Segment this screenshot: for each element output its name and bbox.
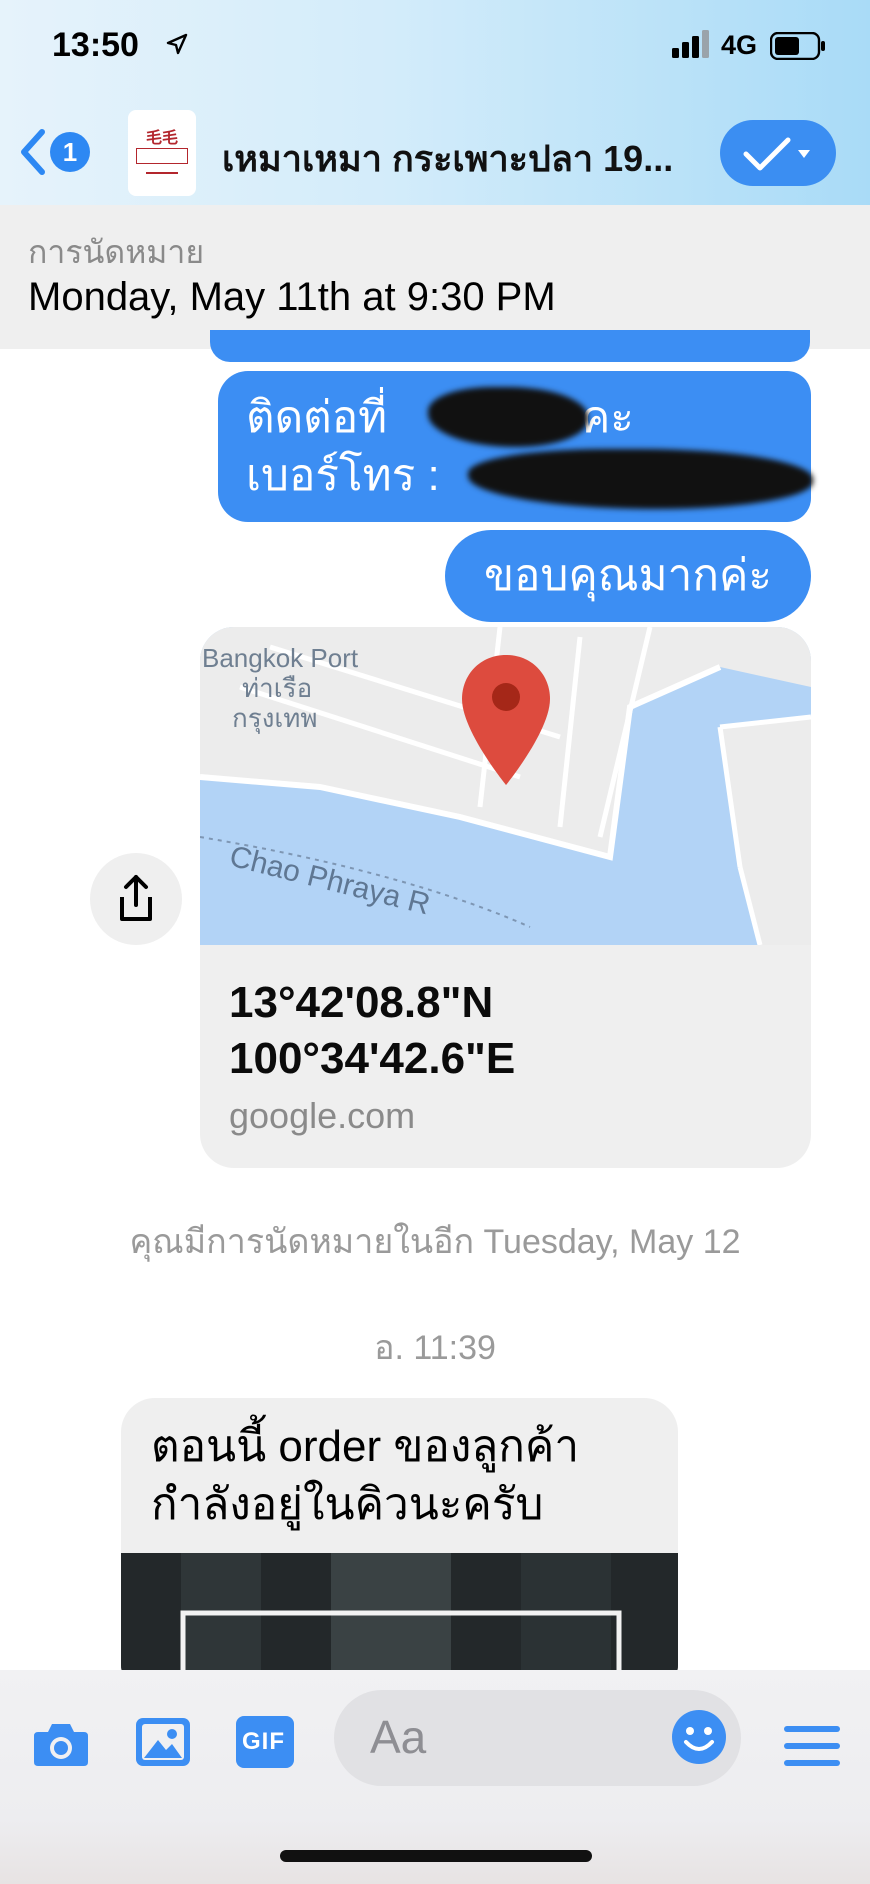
- image-icon[interactable]: [134, 1716, 192, 1768]
- gif-label: GIF: [242, 1728, 285, 1755]
- message-composer: GIF Aa: [0, 1670, 870, 1884]
- avatar-logo-box: [136, 148, 188, 164]
- menu-icon[interactable]: [784, 1724, 840, 1768]
- chevron-left-icon: [21, 129, 45, 175]
- message-timestamp: อ. 11:39: [374, 1329, 496, 1367]
- gif-button[interactable]: GIF: [236, 1716, 294, 1768]
- messenger-screen: 13:50 4G 1 毛毛 เหมาเหมา กระเพาะปลา 19... …: [0, 0, 870, 1884]
- check-icon: [743, 137, 810, 171]
- message-bubble-partial[interactable]: [210, 330, 810, 362]
- status-bar: 13:50 4G: [0, 0, 870, 95]
- network-type: 4G: [721, 30, 758, 60]
- avatar-logo-line: [146, 172, 178, 174]
- back-button[interactable]: 1: [18, 126, 92, 178]
- map-label-th1: ท่าเรือ: [242, 673, 312, 703]
- appointment-date: Monday, May 11th at 9:30 PM: [28, 275, 556, 319]
- incoming-line-1: ตอนนี้ order ของลูกค้า: [151, 1422, 580, 1471]
- incoming-line-2: กำลังอยู่ในคิวนะครับ: [151, 1480, 544, 1529]
- top-bar: 13:50 4G 1 毛毛 เหมาเหมา กระเพาะปลา 19...: [0, 0, 870, 205]
- link-domain[interactable]: google.com: [229, 1095, 415, 1137]
- mark-done-button[interactable]: [720, 120, 836, 186]
- avatar-logo-text: 毛毛: [145, 130, 178, 147]
- appointment-label: การนัดหมาย: [28, 234, 205, 270]
- unread-badge: 1: [50, 132, 90, 172]
- location-arrow-icon: [166, 33, 188, 55]
- avatar[interactable]: 毛毛: [128, 110, 196, 196]
- map-label-th2: กรุงเทพ: [232, 703, 318, 734]
- camera-icon[interactable]: [32, 1720, 90, 1768]
- share-icon: [120, 875, 152, 921]
- coordinates: 13°42'08.8"N 100°34'42.6"E: [229, 975, 515, 1087]
- longitude: 100°34'42.6"E: [229, 1034, 516, 1083]
- chat-header: 1 毛毛 เหมาเหมา กระเพาะปลา 19...: [0, 100, 870, 205]
- status-time: 13:50: [52, 26, 139, 64]
- message-input-placeholder: Aa: [370, 1711, 427, 1763]
- message-bubble-incoming[interactable]: ตอนนี้ order ของลูกค้า กำลังอยู่ในคิวนะค…: [121, 1398, 678, 1698]
- appointment-reminder: คุณมีการนัดหมายในอีก Tuesday, May 12: [129, 1223, 741, 1261]
- battery-icon: [770, 32, 825, 60]
- location-card[interactable]: Bangkok Port ท่าเรือ กรุงเทพ Chao Phraya…: [200, 627, 811, 1168]
- appointment-banner[interactable]: การนัดหมาย Monday, May 11th at 9:30 PM: [0, 205, 870, 349]
- emoji-icon[interactable]: [670, 1708, 728, 1766]
- incoming-text: ตอนนี้ order ของลูกค้า กำลังอยู่ในคิวนะค…: [151, 1418, 579, 1534]
- message-bubble-thanks[interactable]: ขอบคุณมากค่ะ: [445, 530, 811, 622]
- latitude: 13°42'08.8"N: [229, 978, 494, 1027]
- cellular-signal-icon: [672, 30, 709, 58]
- home-indicator: [280, 1850, 592, 1862]
- message-input[interactable]: Aa: [334, 1690, 741, 1786]
- message-bubble-contact[interactable]: ติดต่อที่นะคะ เบอร์โทร :: [218, 371, 813, 522]
- map-preview[interactable]: Bangkok Port ท่าเรือ กรุงเทพ Chao Phraya…: [200, 627, 811, 945]
- chat-title[interactable]: เหมาเหมา กระเพาะปลา 19...: [222, 130, 708, 187]
- share-button[interactable]: [90, 853, 182, 945]
- map-label-port: Bangkok Port: [202, 643, 359, 673]
